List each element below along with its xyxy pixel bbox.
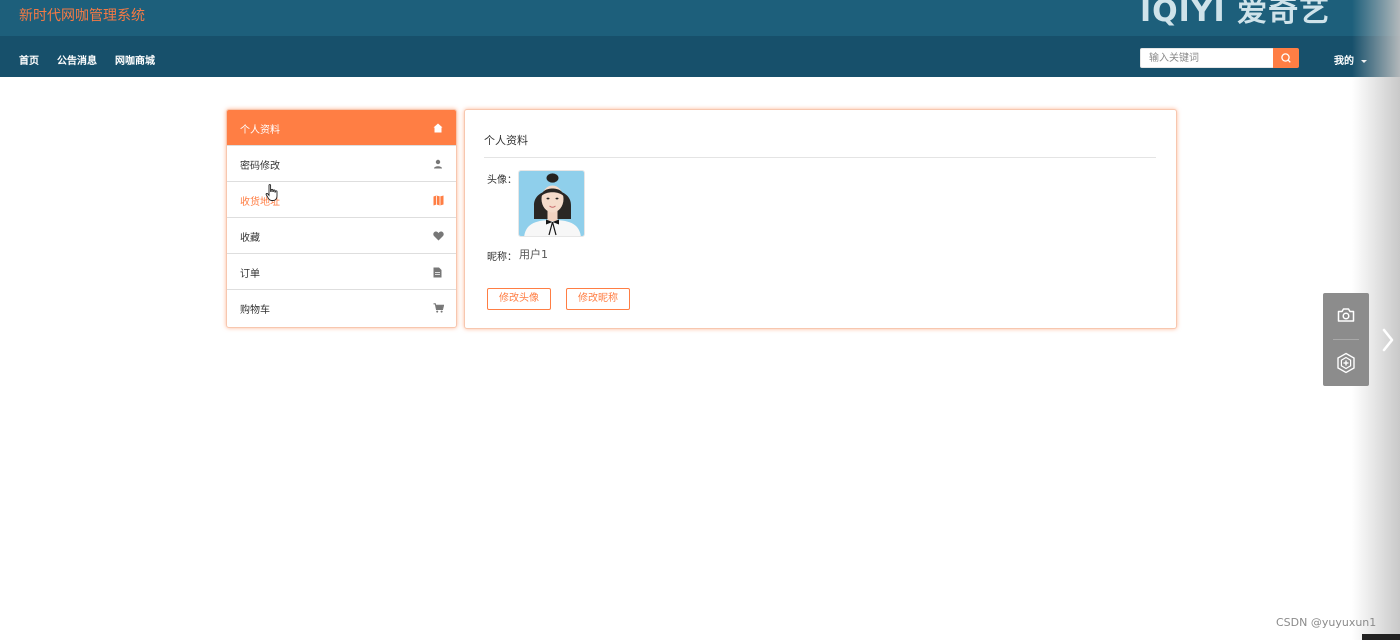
sidebar-item-label: 密码修改	[240, 161, 280, 172]
heart-icon	[433, 231, 444, 241]
corner-block	[1362, 634, 1400, 640]
sidebar-item-password[interactable]: 密码修改	[227, 146, 456, 182]
search-input[interactable]	[1140, 48, 1274, 68]
avatar-label: 头像：	[487, 175, 517, 186]
divider	[484, 157, 1156, 158]
change-avatar-button[interactable]: 修改头像	[487, 288, 551, 310]
hand-cursor-icon	[265, 184, 278, 201]
change-nickname-button[interactable]: 修改昵称	[566, 288, 630, 310]
profile-panel: 个人资料 头像： 昵称： 用户1 修改头像 修改昵称	[464, 109, 1177, 329]
hexagon-plus-icon[interactable]	[1336, 352, 1356, 374]
sidebar-menu: 个人资料 密码修改 收货地址 收藏 订单 购物车	[226, 109, 457, 328]
nav-announcements[interactable]: 公告消息	[57, 52, 97, 67]
avatar-photo	[519, 171, 584, 236]
top-bar: 新时代网咖管理系统 IQIYI 爱奇艺	[0, 0, 1400, 36]
camera-icon[interactable]	[1336, 305, 1356, 325]
user-icon	[434, 159, 442, 169]
panel-title: 个人资料	[484, 134, 528, 147]
home-icon	[433, 123, 443, 133]
user-menu-label: 我的	[1334, 56, 1354, 67]
sidebar-item-favorites[interactable]: 收藏	[227, 218, 456, 254]
watermark: CSDN @yuyuxun1	[1276, 616, 1377, 629]
sidebar-item-label: 个人资料	[240, 125, 280, 136]
floating-toolbar	[1323, 293, 1369, 386]
chevron-right-icon[interactable]	[1380, 326, 1396, 354]
avatar	[518, 170, 585, 237]
nickname-label: 昵称：	[487, 252, 517, 263]
sidebar-item-profile[interactable]: 个人资料	[227, 110, 456, 146]
brand-logo: IQIYI 爱奇艺	[1140, 0, 1331, 29]
cart-icon	[433, 303, 444, 313]
nav-home[interactable]: 首页	[19, 52, 39, 67]
sidebar-item-label: 购物车	[240, 305, 270, 316]
app-title: 新时代网咖管理系统	[19, 8, 145, 24]
sidebar-item-label: 收藏	[240, 233, 260, 244]
search-button[interactable]	[1273, 48, 1299, 68]
file-icon	[433, 267, 442, 278]
sidebar-item-orders[interactable]: 订单	[227, 254, 456, 290]
nickname-value: 用户1	[519, 248, 548, 261]
search-icon	[1281, 53, 1291, 63]
sidebar-item-cart[interactable]: 购物车	[227, 290, 456, 326]
sidebar-item-label: 订单	[240, 269, 260, 280]
toolbar-divider	[1333, 339, 1359, 340]
sidebar-item-address[interactable]: 收货地址	[227, 182, 456, 218]
nav-shop[interactable]: 网咖商城	[115, 52, 155, 67]
map-icon	[433, 195, 444, 206]
